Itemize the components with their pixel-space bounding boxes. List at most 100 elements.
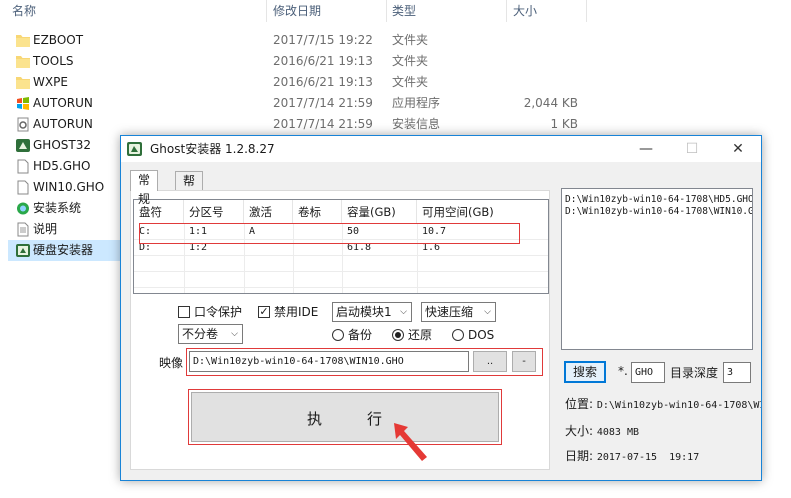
execute-button[interactable]: 执 行 [191,392,499,442]
file-row[interactable]: AUTORUN 2017/7/14 21:59 安装信息 1 KB [8,114,608,135]
radio-circle-selected[interactable] [392,329,404,341]
file-size: 1 KB [550,117,578,131]
file-name: WIN10.GHO [33,180,105,194]
location-info: 位置: D:\Win10zyb-win10-64-1708\WIN10.GHO [565,395,761,412]
column-header-size[interactable]: 大小 [513,0,537,22]
depth-input[interactable]: 3 [723,362,751,383]
boot-module-value: 启动模块1 [336,305,392,319]
ghost-installer-window: Ghost安装器 1.2.8.27 — ☐ ✕ 常规 帮助 盘符 分区号 激活 … [120,135,762,481]
tab-general[interactable]: 常规 [130,170,159,206]
remove-button[interactable]: - [512,351,536,372]
extension-input[interactable]: GHO [631,362,665,383]
disk-installer-icon [15,243,31,258]
chevron-down-icon: ⌵ [484,307,491,317]
column-separator [506,0,507,22]
header-free-space[interactable]: 可用空间(GB) [417,200,548,224]
location-value: D:\Win10zyb-win10-64-1708\WIN10.GHO [596,400,761,411]
install-system-icon [15,201,31,216]
close-button[interactable]: ✕ [715,136,761,162]
file-size: 2,044 KB [523,96,578,110]
partition-list[interactable]: 盘符 分区号 激活 卷标 容量(GB) 可用空间(GB) C: 1:1 A 50 10.… [133,199,549,294]
size-value: 4083 MB [596,427,640,438]
header-label[interactable]: 卷标 [293,200,342,224]
search-results-list[interactable]: D:\Win10zyb-win10-64-1708\HD5.GHO D:\Win… [561,188,753,350]
file-type: 文件夹 [392,75,429,89]
column-separator [586,0,587,22]
checkbox-box[interactable] [178,306,190,318]
file-name: 说明 [33,222,58,236]
date-label: 日期: [565,449,594,463]
selected-partition-highlight [139,223,520,244]
text-doc-icon [15,222,31,237]
size-label: 大小: [565,424,594,438]
header-active[interactable]: 激活 [244,200,293,224]
ghost-app-icon [15,138,31,153]
image-path-input[interactable]: D:\Win10zyb-win10-64-1708\WIN10.GHO [189,351,469,372]
windows-app-icon [15,96,31,111]
depth-label: 目录深度 [670,366,719,380]
tab-help[interactable]: 帮助 [175,171,204,207]
file-row[interactable]: 硬盘安装器 [8,240,120,261]
red-arrow-pointer-icon [394,423,427,461]
file-type: 安装信息 [392,117,441,131]
setup-info-icon [15,117,31,132]
folder-icon [15,75,31,90]
file-row[interactable]: AUTORUN 2017/7/14 21:59 应用程序 2,044 KB [8,93,608,114]
execute-label-char: 行 [367,410,383,428]
title-bar[interactable]: Ghost安装器 1.2.8.27 — ☐ ✕ [121,136,761,162]
folder-icon [15,54,31,69]
result-item[interactable]: D:\Win10zyb-win10-64-1708\HD5.GHO [565,194,752,205]
compression-value: 快速压缩 [425,305,474,319]
maximize-button[interactable]: ☐ [669,136,715,162]
file-name: 硬盘安装器 [33,243,94,257]
location-label: 位置: [565,397,594,411]
minimize-button[interactable]: — [623,136,669,162]
file-date: 2017/7/15 19:22 [273,33,373,47]
split-volume-select[interactable]: 不分卷 ⌵ [178,324,243,344]
radio-circle[interactable] [452,329,464,341]
empty-row [134,272,548,288]
file-type: 文件夹 [392,54,429,68]
disable-ide-label: 禁用IDE [274,305,319,319]
file-row[interactable]: EZBOOT 2017/7/15 19:22 文件夹 [8,30,608,51]
folder-icon [15,33,31,48]
restore-label: 还原 [408,328,433,342]
column-separator [266,0,267,22]
file-name: EZBOOT [33,33,84,47]
boot-module-select[interactable]: 启动模块1 ⌵ [332,302,412,322]
file-name: GHOST32 [33,138,91,152]
file-row[interactable]: WXPE 2016/6/21 19:13 文件夹 [8,72,608,93]
execute-label-char: 执 [307,410,323,428]
split-volume-value: 不分卷 [182,327,219,341]
browse-button[interactable]: .. [473,351,507,372]
radio-circle[interactable] [332,329,344,341]
backup-label: 备份 [348,328,373,342]
column-header-date[interactable]: 修改日期 [273,0,321,22]
column-header-type[interactable]: 类型 [392,0,416,22]
file-icon [15,180,31,195]
image-label: 映像 [159,356,184,370]
result-item[interactable]: D:\Win10zyb-win10-64-1708\WIN10.GHO [565,206,752,217]
file-name: WXPE [33,75,68,89]
file-icon [15,159,31,174]
date-value: 2017-07-15 19:17 [596,452,700,463]
file-name: AUTORUN [33,117,93,131]
file-date: 2016/6/21 19:13 [273,75,373,89]
checkmark-icon[interactable]: ✓ [258,306,270,318]
ghost-app-icon [127,142,142,156]
column-separator [386,0,387,22]
empty-row [134,256,548,272]
header-capacity[interactable]: 容量(GB) [342,200,417,224]
file-row[interactable]: TOOLS 2016/6/21 19:13 文件夹 [8,51,608,72]
file-name: TOOLS [33,54,74,68]
file-name: 安装系统 [33,201,82,215]
search-button[interactable]: 搜索 [564,361,606,383]
file-date: 2017/7/14 21:59 [273,96,373,110]
column-header-name[interactable]: 名称 [12,0,36,22]
file-name: AUTORUN [33,96,93,110]
compression-select[interactable]: 快速压缩 ⌵ [421,302,496,322]
window-title: Ghost安装器 1.2.8.27 [150,142,275,156]
header-partition[interactable]: 分区号 [184,200,244,224]
file-type: 应用程序 [392,96,441,110]
file-name: HD5.GHO [33,159,91,173]
